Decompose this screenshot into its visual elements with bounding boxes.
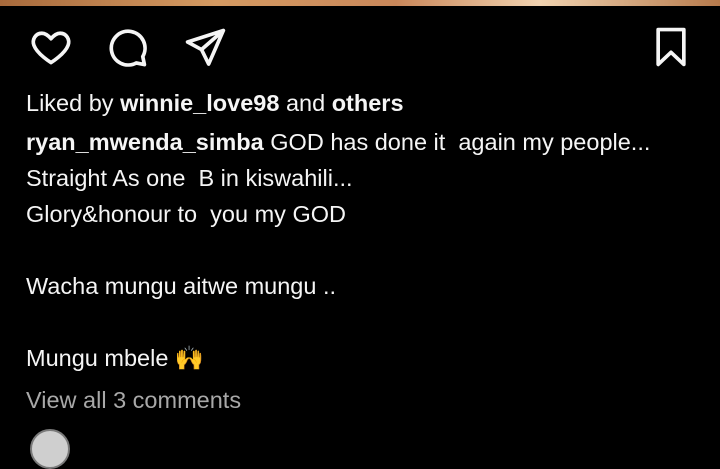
view-all-comments-link[interactable]: View all 3 comments xyxy=(26,384,241,416)
caption-line xyxy=(26,232,706,268)
share-button[interactable] xyxy=(182,24,228,70)
caption-line: Wacha mungu aitwe mungu .. xyxy=(26,273,337,299)
post-action-bar xyxy=(0,6,720,84)
likes-prefix: Liked by xyxy=(26,90,121,116)
save-button[interactable] xyxy=(648,24,694,70)
avatar[interactable] xyxy=(30,429,70,469)
caption-line: Mungu mbele 🙌 xyxy=(26,345,205,371)
caption-text: GOD has done it again my people... xyxy=(263,129,651,155)
liker-username[interactable]: winnie_love98 xyxy=(120,90,279,116)
like-button[interactable] xyxy=(28,24,74,70)
comment-bubble-icon xyxy=(109,29,147,67)
caption-username[interactable]: ryan_mwenda_simba xyxy=(26,129,264,155)
heart-icon xyxy=(31,31,71,65)
post-caption: ryan_mwenda_simba GOD has done it again … xyxy=(26,124,706,376)
paper-plane-icon xyxy=(185,28,226,66)
caption-line: ryan_mwenda_simba GOD has done it again … xyxy=(26,124,706,160)
caption-line: Glory&honour to you my GOD xyxy=(26,201,346,227)
bookmark-icon xyxy=(656,27,686,67)
likes-others-link[interactable]: others xyxy=(332,90,404,116)
likes-joiner: and xyxy=(279,90,332,116)
comment-button[interactable] xyxy=(104,24,150,70)
likes-summary: Liked by winnie_love98 and others xyxy=(26,88,404,118)
caption-line xyxy=(26,304,706,340)
caption-line: Straight As one B in kiswahili... xyxy=(26,165,353,191)
